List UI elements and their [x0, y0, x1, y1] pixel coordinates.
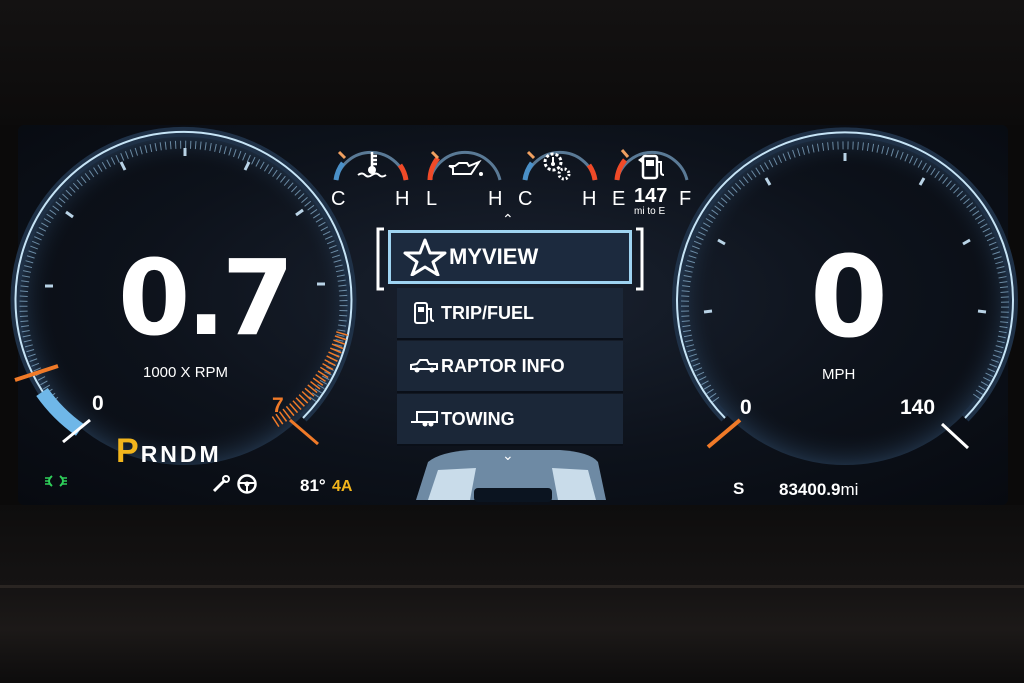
speed-scale-max: 140	[900, 396, 936, 419]
compass-heading: S	[733, 479, 745, 498]
menu-scroll-down-icon[interactable]: ⌄	[502, 448, 514, 464]
drive-mode: 4A	[332, 478, 353, 495]
speed-unit-label: MPH	[822, 366, 856, 383]
transmission-temperature-icon	[540, 150, 574, 184]
trans-gauge-low: C	[518, 188, 533, 210]
oil-pressure-icon	[447, 156, 485, 180]
coolant-gauge-low: C	[331, 188, 346, 210]
speed-scale-min: 0	[740, 396, 752, 419]
menu-item-raptor-info[interactable]: RAPTOR INFO	[397, 341, 623, 393]
gear-active: P	[116, 432, 139, 470]
steering-wheel-icon	[236, 473, 258, 495]
coolant-temperature-icon	[355, 150, 389, 180]
menu-item-myview[interactable]: MYVIEW	[388, 230, 632, 284]
gear-others: RNDM	[140, 441, 222, 467]
menu-item-label: MYVIEW	[449, 244, 539, 269]
menu-item-trip-fuel[interactable]: TRIP/FUEL	[397, 288, 623, 340]
fuel-range-unit: mi to E	[634, 206, 666, 217]
rpm-unit-label: 1000 X RPM	[143, 364, 229, 381]
trailer-icon	[407, 410, 441, 428]
outside-temperature: 81°	[300, 476, 326, 495]
wrench-icon	[211, 474, 231, 494]
menu-scroll-up-icon[interactable]: ⌃	[502, 212, 514, 228]
odometer-value: 83400.9	[779, 480, 841, 499]
fuel-gauge-high: F	[679, 188, 692, 210]
tach-scale-max: 7	[272, 394, 284, 417]
fuel-pump-icon	[407, 300, 441, 326]
headlight-indicator-icon	[44, 473, 68, 489]
truck-icon	[407, 358, 441, 374]
odometer-unit: mi	[840, 480, 859, 499]
menu-item-towing[interactable]: TOWING	[397, 394, 623, 446]
menu-item-label: RAPTOR INFO	[441, 355, 565, 376]
fuel-range-value: 147	[634, 185, 668, 207]
gear-selector: P RNDM	[116, 432, 222, 471]
speed-readout: 0	[810, 233, 888, 363]
fuel-pump-icon	[637, 150, 667, 182]
oil-gauge-low: L	[426, 188, 438, 210]
menu-item-label: TOWING	[441, 408, 515, 429]
rpm-readout: 0.7	[118, 237, 294, 359]
fuel-gauge-low: E	[612, 188, 626, 210]
oil-gauge-high: H	[488, 188, 503, 210]
star-icon	[401, 238, 449, 276]
menu-item-label: TRIP/FUEL	[441, 302, 534, 323]
tach-scale-min: 0	[92, 392, 104, 415]
trans-gauge-high: H	[582, 188, 597, 210]
coolant-gauge-high: H	[395, 188, 410, 210]
odometer: 83400.9 mi	[779, 480, 858, 500]
